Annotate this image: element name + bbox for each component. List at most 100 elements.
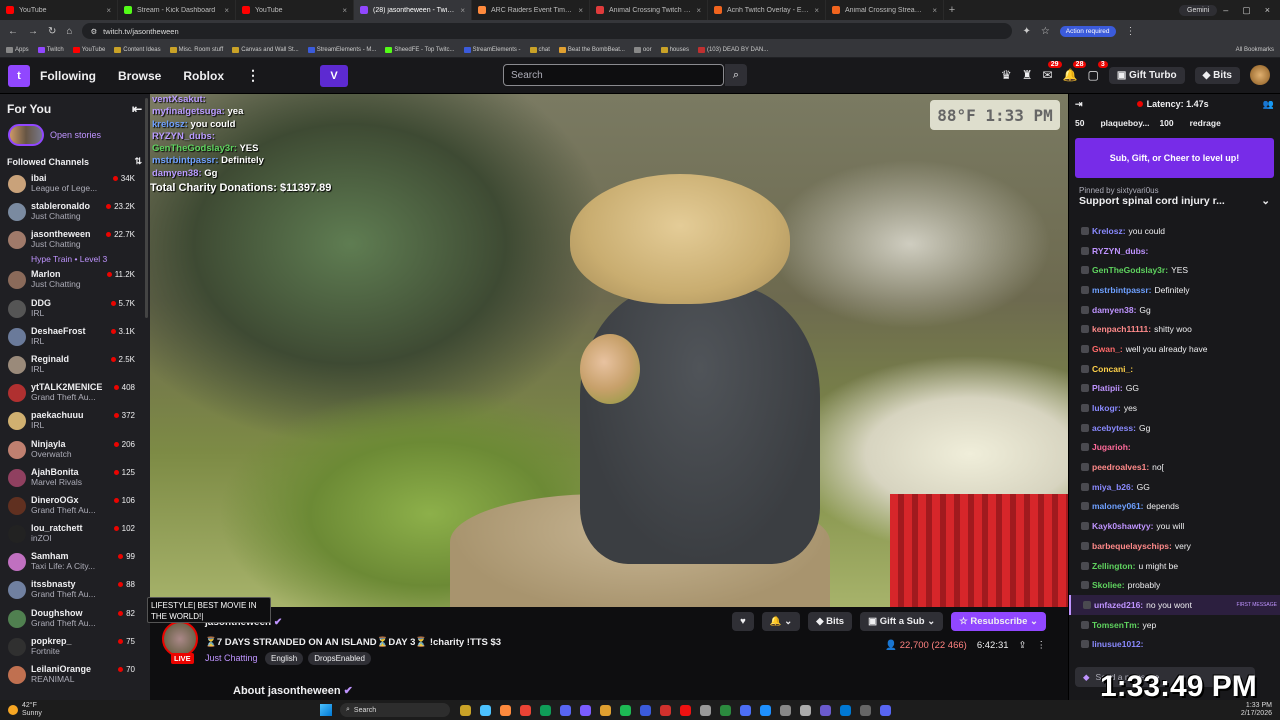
- url-field[interactable]: ⚙ twitch.tv/jasontheween: [82, 23, 1013, 39]
- chat-username[interactable]: Concani_:: [1092, 364, 1133, 374]
- taskbar-app-icon[interactable]: [800, 704, 811, 716]
- close-tab-icon[interactable]: ×: [814, 6, 819, 15]
- tag-english[interactable]: English: [265, 652, 304, 665]
- taskbar-app-icon[interactable]: [700, 704, 711, 716]
- sidebar-channel[interactable]: Marlon Just Chatting 11.2K: [0, 265, 150, 293]
- site-info-icon[interactable]: ⚙: [90, 27, 97, 36]
- chat-message[interactable]: Kayk0shawtyy: you will: [1069, 516, 1280, 536]
- sidebar-channel[interactable]: jasontheween Just Chatting 22.7K Hype Train…: [0, 225, 150, 265]
- taskbar-app-icon[interactable]: [520, 704, 531, 716]
- bookmark-item[interactable]: Content Ideas: [114, 46, 161, 53]
- sidebar-channel[interactable]: ytTALK2MENICE Grand Theft Au... 408: [0, 378, 150, 406]
- prime-icon[interactable]: ♜: [1022, 68, 1033, 82]
- chat-username[interactable]: lukogr:: [1092, 403, 1121, 413]
- browser-tab[interactable]: YouTube ×: [0, 0, 118, 20]
- new-tab-button[interactable]: +: [944, 4, 960, 16]
- nav-roblox[interactable]: Roblox: [183, 69, 224, 83]
- home-icon[interactable]: ⌂: [66, 26, 72, 37]
- sidebar-channel[interactable]: ibai League of Lege... 34K: [0, 169, 150, 197]
- taskbar-app-icon[interactable]: [860, 704, 871, 716]
- leaderboard-entry[interactable]: 100: [1159, 118, 1176, 128]
- action-required-button[interactable]: Action required: [1059, 25, 1116, 37]
- chat-username[interactable]: kenpach11111:: [1092, 324, 1151, 334]
- taskbar-app-icon[interactable]: [640, 704, 651, 716]
- chat-username[interactable]: Krelosz:: [1092, 226, 1126, 236]
- close-tab-icon[interactable]: ×: [342, 6, 347, 15]
- chat-message[interactable]: Zellington: u might be: [1069, 556, 1280, 576]
- chat-message[interactable]: RYZYN_dubs:: [1069, 241, 1280, 261]
- crown-icon[interactable]: ♛: [1001, 68, 1012, 82]
- nav-browse[interactable]: Browse: [118, 69, 161, 83]
- sidebar-channel[interactable]: LeilaniOrange REANIMAL 70: [0, 660, 150, 688]
- browser-tab[interactable]: Stream - Kick Dashboard ×: [118, 0, 236, 20]
- sidebar-channel[interactable]: DDG IRL 5.7K: [0, 294, 150, 322]
- taskbar-search[interactable]: ⌕ Search: [340, 703, 450, 717]
- collapse-chat-icon[interactable]: ⇥: [1075, 99, 1083, 110]
- sidebar-channel[interactable]: lou_ratchett inZOI 102: [0, 519, 150, 547]
- bookmark-item[interactable]: StreamElements -: [463, 46, 521, 53]
- bookmark-item[interactable]: SheedFE - Top Twitc...: [385, 46, 455, 53]
- close-tab-icon[interactable]: ×: [460, 6, 465, 15]
- sidebar-channel[interactable]: itssbnasty Grand Theft Au... 88: [0, 575, 150, 603]
- bookmark-item[interactable]: houses: [660, 46, 689, 53]
- share-icon[interactable]: ⇪: [1019, 640, 1027, 651]
- chat-message[interactable]: linusue1012:: [1069, 634, 1280, 654]
- chat-message[interactable]: GenTheGodslay3r: YES: [1069, 260, 1280, 280]
- twitch-logo[interactable]: t: [8, 64, 30, 87]
- sidebar-channel[interactable]: DeshaeFrost IRL 3.1K: [0, 322, 150, 350]
- resubscribe-button[interactable]: ☆ Resubscribe ⌄: [951, 612, 1046, 631]
- leaderboard-entry[interactable]: redrage: [1187, 118, 1221, 128]
- bits-button[interactable]: ◆ Bits: [1194, 66, 1240, 84]
- sidebar-scrollbar[interactable]: [145, 98, 148, 318]
- gift-turbo-button[interactable]: ▣ Gift Turbo: [1108, 66, 1185, 84]
- close-window-icon[interactable]: ×: [1265, 5, 1270, 16]
- browser-tab[interactable]: Animal Crossing Stream Overlay ×: [826, 0, 944, 20]
- sidebar-channel[interactable]: AjahBonita Marvel Rivals 125: [0, 463, 150, 491]
- taskbar-app-icon[interactable]: [880, 704, 891, 716]
- star-icon[interactable]: ☆: [1041, 26, 1050, 37]
- taskbar-app-icon[interactable]: [560, 704, 571, 716]
- chat-message[interactable]: barbequelayschips: very: [1069, 536, 1280, 556]
- chat-username[interactable]: mstrbintpassr:: [1092, 285, 1152, 295]
- taskbar-app-icon[interactable]: [840, 704, 851, 716]
- chat-message[interactable]: peedroalves1: no[: [1069, 457, 1280, 477]
- bookmark-item[interactable]: Beat the BombBeat...: [558, 46, 625, 53]
- taskbar-app-icon[interactable]: [500, 704, 511, 716]
- sidebar-channel[interactable]: Ninjayla Overwatch 206: [0, 435, 150, 463]
- bookmark-item[interactable]: oor: [633, 46, 652, 53]
- more-options-icon[interactable]: ⋮: [1037, 640, 1047, 651]
- chat-username[interactable]: linusue1012:: [1092, 639, 1144, 649]
- chat-message[interactable]: Gwan_: well you already have: [1069, 339, 1280, 359]
- sidebar-channel[interactable]: popkrep_ Fortnite 75: [0, 632, 150, 660]
- chat-username[interactable]: damyen38:: [1092, 305, 1136, 315]
- forward-icon[interactable]: →: [28, 26, 38, 37]
- minimize-icon[interactable]: –: [1223, 5, 1228, 16]
- gemini-button[interactable]: Gemini: [1179, 4, 1218, 16]
- chat-username[interactable]: Platipii:: [1092, 383, 1123, 393]
- chat-username[interactable]: maloney061:: [1092, 501, 1144, 511]
- browser-tab[interactable]: ARC Raiders Event Timers | Me ×: [472, 0, 590, 20]
- chat-username[interactable]: Skoliee:: [1092, 580, 1125, 590]
- gift-sub-button[interactable]: ▣ Gift a Sub ⌄: [860, 612, 944, 631]
- nav-more-icon[interactable]: ⋮: [246, 67, 260, 84]
- collapse-sidebar-icon[interactable]: ⇤: [132, 102, 142, 116]
- bookmark-item[interactable]: YouTube: [72, 46, 105, 53]
- leaderboard-entry[interactable]: 50: [1075, 118, 1087, 128]
- sidebar-channel[interactable]: paekachuuu IRL 372: [0, 406, 150, 434]
- bookmark-item[interactable]: (103) DEAD BY DAN...: [697, 46, 768, 53]
- whispers-icon[interactable]: ▢ 3: [1087, 61, 1108, 82]
- chat-message[interactable]: Skoliee: probably: [1069, 575, 1280, 595]
- taskbar-app-icon[interactable]: [680, 704, 691, 716]
- taskbar-app-icon[interactable]: [660, 704, 671, 716]
- tag-drops-enabled[interactable]: DropsEnabled: [308, 652, 371, 665]
- notifications-icon[interactable]: 🔔 28: [1063, 61, 1087, 82]
- taskbar-app-icon[interactable]: [580, 704, 591, 716]
- browser-tab[interactable]: (28) jasontheween - Twitch ×: [354, 0, 472, 20]
- taskbar-app-icon[interactable]: [820, 704, 831, 716]
- chat-message[interactable]: Platipii: GG: [1069, 379, 1280, 399]
- video-player[interactable]: 88°F 1:33 PM ventXsakut: myfinalgetsuga:…: [150, 94, 1068, 607]
- leaderboard-entry[interactable]: plaqueboy...: [1097, 118, 1149, 128]
- bookmark-item[interactable]: Canvas and Wall St...: [232, 46, 299, 53]
- taskbar-app-icon[interactable]: [460, 704, 471, 716]
- sidebar-channel[interactable]: Doughshow Grand Theft Au... 82: [0, 604, 150, 632]
